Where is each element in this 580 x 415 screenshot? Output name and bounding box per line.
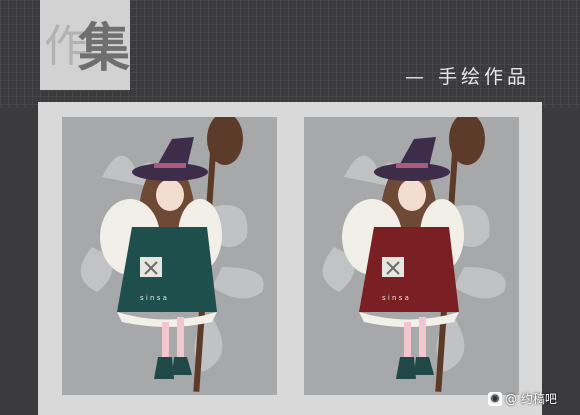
signature-text: s i n s a bbox=[382, 294, 409, 302]
logo-char-fg: 集 bbox=[78, 18, 131, 79]
artwork-red-dress: s i n s a bbox=[304, 117, 519, 395]
logo-tile: 作 集 bbox=[40, 0, 130, 90]
watermark: ◉ @ 约稿吧 bbox=[488, 390, 557, 407]
signature-text: s i n s a bbox=[140, 294, 167, 302]
camera-icon: ◉ bbox=[488, 391, 502, 406]
section-subtitle: — 手绘作品 bbox=[405, 66, 531, 88]
artwork-teal-dress: s i n s a bbox=[62, 117, 277, 395]
watermark-text: @ 约稿吧 bbox=[505, 392, 557, 406]
witch-illustration-red: s i n s a bbox=[322, 117, 506, 392]
witch-illustration-teal: s i n s a bbox=[80, 117, 264, 392]
